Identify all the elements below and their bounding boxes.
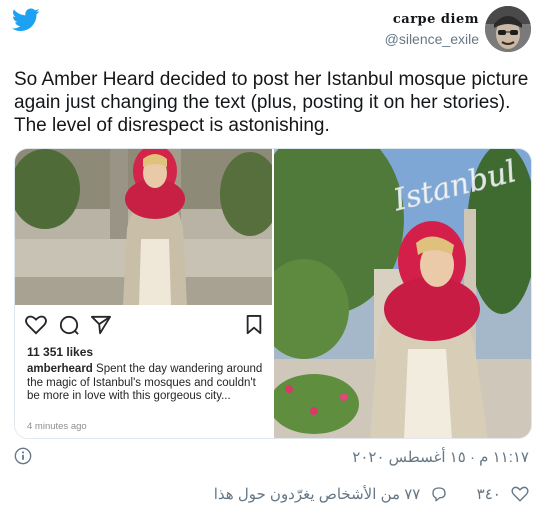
instagram-username: amberheard bbox=[27, 363, 93, 375]
instagram-like-icon bbox=[25, 315, 47, 335]
instagram-save-icon bbox=[246, 315, 262, 335]
likes-count[interactable]: ٣٤٠ bbox=[477, 485, 501, 503]
author-info[interactable]: carpe diem @silence_exile bbox=[385, 12, 479, 47]
instagram-post-time: 4 minutes ago bbox=[27, 421, 87, 432]
instagram-likes-count: 11 351 likes bbox=[27, 345, 94, 359]
tweet-timestamp[interactable]: ١١:١٧ م · ١٥ أغسطس ٢٠٢٠ bbox=[352, 448, 529, 466]
tweet-media[interactable]: 11 351 likes amberheard Spent the day wa… bbox=[14, 148, 532, 439]
instagram-caption: amberheard Spent the day wandering aroun… bbox=[27, 363, 265, 404]
instagram-photo bbox=[15, 149, 272, 305]
instagram-comment-icon bbox=[59, 315, 79, 335]
heart-icon[interactable] bbox=[511, 485, 529, 503]
twitter-bird-icon[interactable] bbox=[12, 8, 40, 32]
tweet-card: carpe diem @silence_exile So Amber Heard… bbox=[0, 0, 541, 515]
instagram-action-bar bbox=[25, 315, 263, 337]
info-icon[interactable] bbox=[14, 447, 32, 465]
author-handle[interactable]: @silence_exile bbox=[385, 31, 479, 47]
replies-summary[interactable]: ٧٧ من الأشخاص يغرّدون حول هذا bbox=[214, 485, 421, 503]
instagram-post-screenshot[interactable]: 11 351 likes amberheard Spent the day wa… bbox=[15, 149, 272, 438]
tweet-text: So Amber Heard decided to post her Istan… bbox=[14, 69, 529, 136]
reply-icon[interactable] bbox=[430, 485, 448, 503]
instagram-share-icon bbox=[91, 315, 111, 335]
engagement-bar: ٣٤٠ ٧٧ من الأشخاص يغرّدون حول هذا bbox=[129, 485, 529, 505]
instagram-story-photo[interactable]: Istanbul bbox=[274, 149, 531, 438]
avatar[interactable] bbox=[485, 6, 531, 52]
author-name[interactable]: carpe diem bbox=[385, 12, 479, 27]
